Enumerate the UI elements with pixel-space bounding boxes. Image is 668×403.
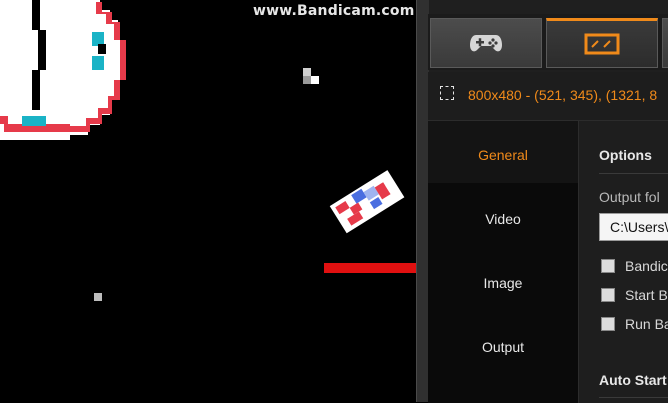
sidebar-item-video[interactable]: Video xyxy=(428,205,578,233)
game-canvas: www.Bandicam.com xyxy=(0,0,416,402)
checkbox-label: Start B xyxy=(625,287,668,303)
gamepad-icon xyxy=(470,35,502,52)
tab-screen-recording[interactable] xyxy=(546,18,658,68)
capture-info-row: 800x480 - (521, 345), (1321, 8 xyxy=(428,72,668,120)
red-bar xyxy=(324,263,416,273)
particle xyxy=(94,293,102,301)
mode-tabbar xyxy=(428,14,668,70)
settings-sidebar: General Video Image Output xyxy=(428,121,578,403)
divider xyxy=(599,173,668,174)
output-folder-field[interactable]: C:\Users\ xyxy=(599,213,668,241)
output-folder-label: Output fol xyxy=(599,189,660,205)
options-pane: Options Output fol C:\Users\ Bandic Star… xyxy=(578,121,668,403)
checkbox-label: Run Ba xyxy=(625,316,668,332)
tab-game-recording[interactable] xyxy=(430,18,542,68)
checkbox-bandicam-option[interactable] xyxy=(601,259,615,273)
game-scene xyxy=(0,0,416,301)
tab-device-recording[interactable] xyxy=(662,18,668,68)
screen-rectangle-icon xyxy=(584,33,620,55)
selection-rectangle-icon[interactable] xyxy=(440,86,454,100)
auto-start-heading: Auto Start xyxy=(599,372,667,388)
particle xyxy=(303,68,319,84)
checkbox-start-option[interactable] xyxy=(601,288,615,302)
divider xyxy=(599,397,668,398)
settings-content: General Video Image Output Options Outpu… xyxy=(428,120,668,403)
sidebar-item-image[interactable]: Image xyxy=(428,269,578,297)
checkbox-run-option[interactable] xyxy=(601,317,615,331)
options-heading: Options xyxy=(599,147,652,163)
capture-area-text: 800x480 - (521, 345), (1321, 8 xyxy=(468,87,658,103)
sidebar-item-output[interactable]: Output xyxy=(428,333,578,361)
sidebar-item-general[interactable]: General xyxy=(428,141,578,169)
player-ship-sprite xyxy=(329,170,405,234)
clock-sprite xyxy=(0,0,126,140)
watermark-text: www.Bandicam.com xyxy=(253,3,415,19)
bandicam-panel: 800x480 - (521, 345), (1321, 8 General V… xyxy=(416,0,668,403)
checkbox-label: Bandic xyxy=(625,258,668,274)
